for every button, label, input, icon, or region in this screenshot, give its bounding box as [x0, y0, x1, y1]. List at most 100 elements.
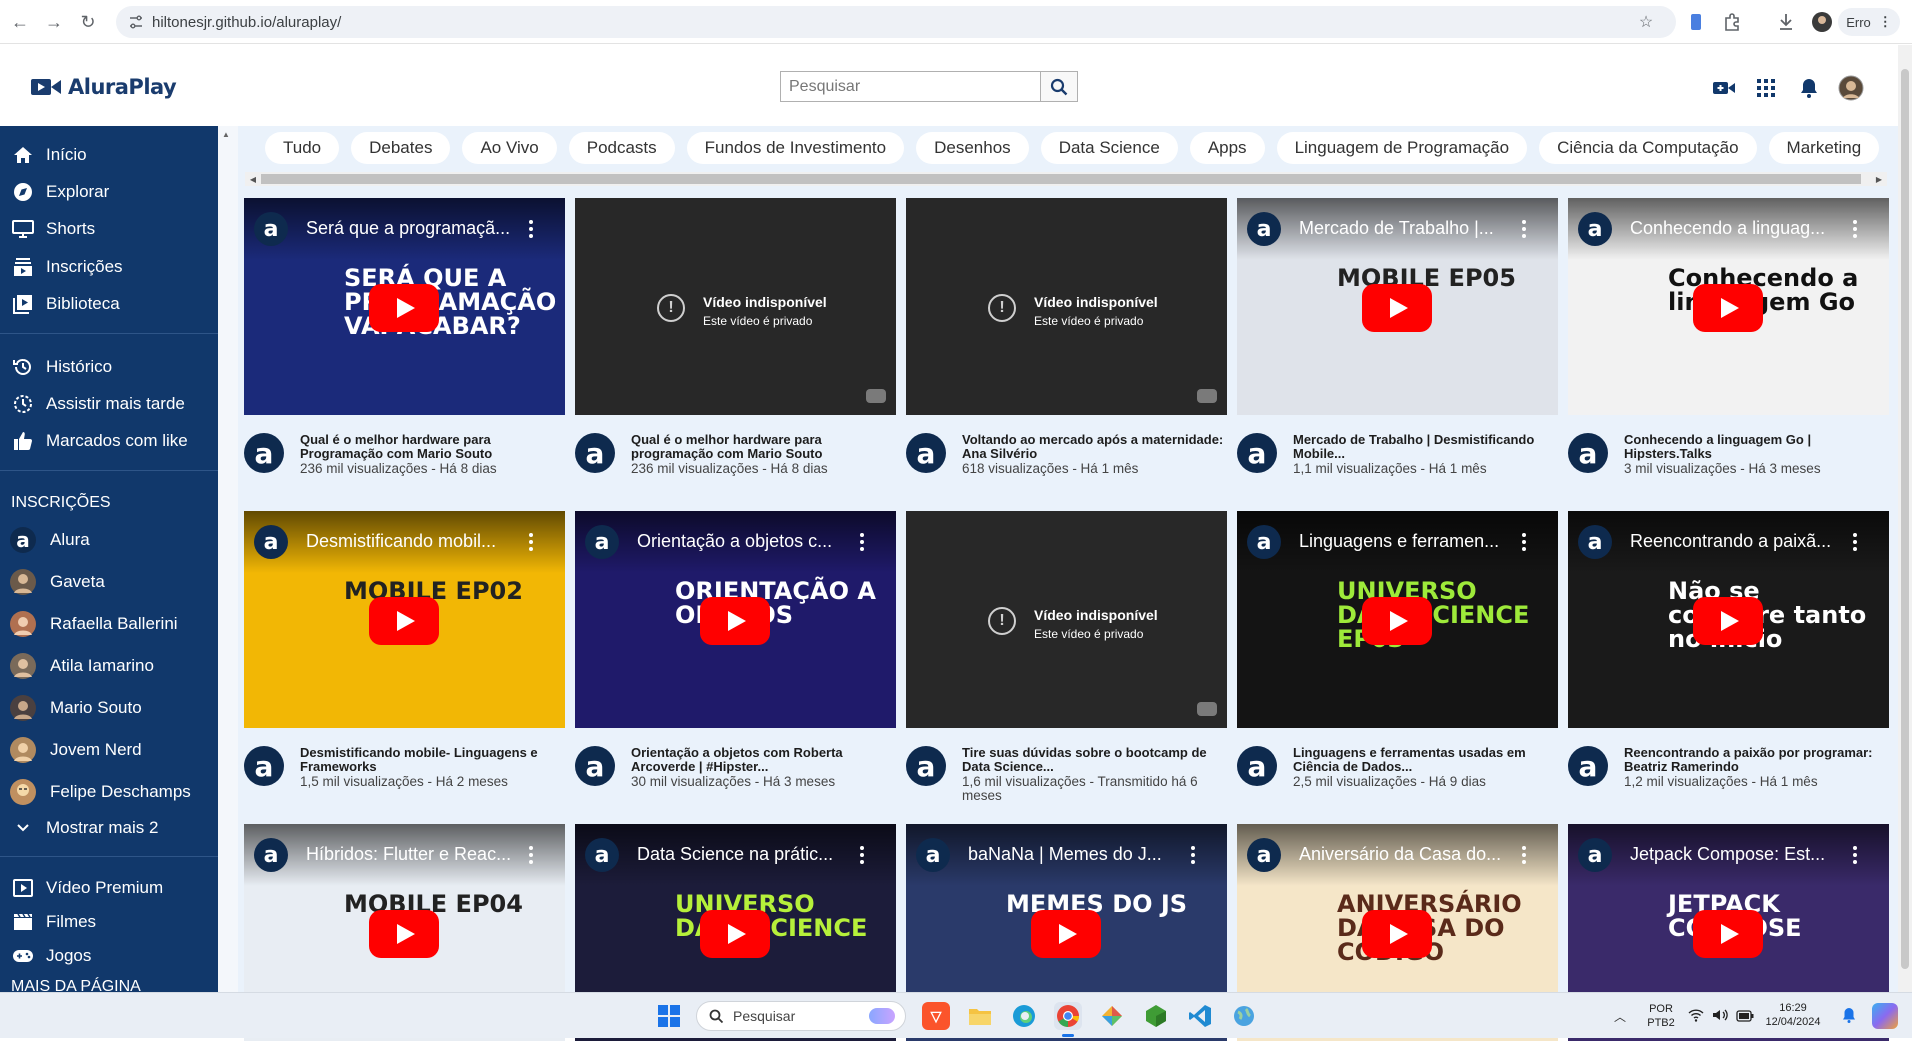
play-button-icon[interactable] [1693, 910, 1763, 958]
chip-desenhos[interactable]: Desenhos [916, 132, 1029, 164]
more-options-icon[interactable] [1522, 846, 1528, 864]
app-cube-icon[interactable] [1142, 1002, 1170, 1030]
video-title[interactable]: Conhecendo a linguagem Go | Hipsters.Tal… [1624, 433, 1886, 461]
app-globe-icon[interactable] [1230, 1002, 1258, 1030]
video-card[interactable]: Conhecendo a linguagem GoaConhecendo a l… [1568, 198, 1889, 495]
more-options-icon[interactable] [1853, 533, 1859, 551]
channel-avatar[interactable]: a [575, 433, 615, 473]
chip-podcasts[interactable]: Podcasts [568, 132, 675, 164]
sidebar-subscription-alura[interactable]: a Alura [0, 522, 218, 558]
chip-apps[interactable]: Apps [1189, 132, 1265, 164]
video-card[interactable]: MOBILE EP05 a Mercado de Trabalho |... a Mer… [1237, 198, 1558, 495]
clock[interactable]: 16:29 12/04/2024 [1762, 1001, 1824, 1029]
sidebar-subscription-gaveta[interactable]: Gaveta [0, 564, 218, 600]
sidebar-item-historico[interactable]: Histórico [0, 350, 218, 384]
sidebar-item-explorar[interactable]: Explorar [0, 175, 218, 209]
video-title[interactable]: Linguagens e ferramentas usadas em Ciênc… [1293, 746, 1555, 774]
channel-avatar[interactable]: a [244, 746, 284, 786]
sidebar-item-jogos[interactable]: Jogos [0, 939, 218, 973]
play-button-icon[interactable] [1362, 910, 1432, 958]
video-thumbnail[interactable]: Conhecendo a linguagem GoaConhecendo a l… [1568, 198, 1889, 415]
scrollbar-thumb[interactable] [261, 174, 1861, 184]
more-options-icon[interactable] [1853, 846, 1859, 864]
video-thumbnail[interactable]: ! Vídeo indisponível Este vídeo é privado [906, 511, 1227, 728]
sidebar-item-filmes[interactable]: Filmes [0, 905, 218, 939]
more-options-icon[interactable] [529, 533, 535, 551]
channel-avatar[interactable]: a [1237, 746, 1277, 786]
video-title[interactable]: Orientação a objetos com Roberta Arcover… [631, 746, 893, 774]
video-title[interactable]: Voltando ao mercado após a maternidade: … [962, 433, 1224, 461]
video-thumbnail[interactable]: UNIVERSO DATA SCIENCE EP03aLinguagens e … [1237, 511, 1558, 728]
site-info-icon[interactable] [128, 14, 144, 30]
more-options-icon[interactable] [860, 533, 866, 551]
search-button[interactable] [1040, 71, 1078, 102]
channel-avatar[interactable]: a [244, 433, 284, 473]
sidebar-subscription-jovem-nerd[interactable]: Jovem Nerd [0, 732, 218, 768]
chip-fundos-de-investimento[interactable]: Fundos de Investimento [686, 132, 905, 164]
profile-error-button[interactable]: Erro ⋮ [1838, 8, 1900, 36]
create-video-icon[interactable] [1711, 75, 1737, 101]
chip-ao-vivo[interactable]: Ao Vivo [462, 132, 557, 164]
channel-avatar[interactable]: a [1568, 746, 1608, 786]
video-card[interactable]: UNIVERSO DATA SCIENCE EP03aLinguagens e … [1237, 511, 1558, 808]
play-button-icon[interactable] [369, 910, 439, 958]
chevron-up-icon[interactable]: ︿ [1614, 1008, 1626, 1025]
video-title[interactable]: Tire suas dúvidas sobre o bootcamp de Da… [962, 746, 1224, 774]
play-button-icon[interactable] [1693, 597, 1763, 645]
app-diamond-icon[interactable] [1098, 1002, 1126, 1030]
video-thumbnail[interactable]: Não se compare tanto no inícioaReencontr… [1568, 511, 1889, 728]
sidebar-subscription-atila-iamarino[interactable]: Atila Iamarino [0, 648, 218, 684]
more-options-icon[interactable] [529, 220, 535, 238]
vscode-icon[interactable] [1186, 1002, 1214, 1030]
play-button-icon[interactable] [369, 597, 439, 645]
notifications-bell-icon[interactable] [1796, 75, 1822, 101]
apps-grid-icon[interactable] [1753, 75, 1779, 101]
bookmark-star-icon[interactable]: ☆ [1632, 8, 1660, 36]
video-thumbnail[interactable]: MOBILE EP05 a Mercado de Trabalho |... [1237, 198, 1558, 415]
page-vertical-scrollbar[interactable] [1898, 45, 1912, 992]
play-button-icon[interactable] [700, 910, 770, 958]
channel-avatar[interactable]: a [1568, 433, 1608, 473]
play-button-icon[interactable] [1031, 910, 1101, 958]
sidebar-subscription-felipe-deschamps[interactable]: Felipe Deschamps [0, 774, 218, 810]
scroll-right-arrow[interactable]: ▶ [1872, 174, 1886, 184]
video-title[interactable]: Desmistificando mobile- Linguagens e Fra… [300, 746, 562, 774]
video-card[interactable]: Não se compare tanto no inícioaReencontr… [1568, 511, 1889, 808]
play-button-icon[interactable] [369, 284, 439, 332]
reload-icon[interactable]: ↻ [74, 8, 102, 36]
chrome-browser-icon[interactable] [1054, 1002, 1082, 1030]
sidebar-subscription-rafaella-ballerini[interactable]: Rafaella Ballerini [0, 606, 218, 642]
download-icon[interactable] [1772, 8, 1800, 36]
video-thumbnail[interactable]: SERÁ QUE A PROGRAMAÇÃO VAI ACABAR? a Será … [244, 198, 565, 415]
forward-icon[interactable]: → [40, 8, 68, 36]
video-thumbnail[interactable]: ORIENTAÇÃO A OBJETOSaOrientação a objeto… [575, 511, 896, 728]
chip-tudo[interactable]: Tudo [265, 132, 340, 164]
play-button-icon[interactable] [1693, 284, 1763, 332]
channel-avatar[interactable]: a [906, 433, 946, 473]
chip-debates[interactable]: Debates [351, 132, 451, 164]
scrollbar-thumb[interactable] [1901, 69, 1909, 969]
back-icon[interactable]: ← [6, 8, 34, 36]
video-card[interactable]: ORIENTAÇÃO A OBJETOSaOrientação a objeto… [575, 511, 896, 808]
sidebar-subscription-mario-souto[interactable]: Mario Souto [0, 690, 218, 726]
video-thumbnail[interactable]: ! Vídeo indisponível Este vídeo é privado [575, 198, 896, 415]
video-card[interactable]: SERÁ QUE A PROGRAMAÇÃO VAI ACABAR? a Será … [244, 198, 565, 495]
taskbar-search[interactable]: Pesquisar [696, 1001, 906, 1031]
file-explorer-icon[interactable] [966, 1002, 994, 1030]
channel-avatar[interactable]: a [575, 746, 615, 786]
extension-icon[interactable] [1682, 8, 1710, 36]
sidebar-item-video-premium[interactable]: Vídeo Premium [0, 871, 218, 905]
video-card[interactable]: MOBILE EP02 a Desmistificando mobil... a Des… [244, 511, 565, 808]
video-thumbnail[interactable]: ! Vídeo indisponível Este vídeo é privado [906, 198, 1227, 415]
play-button-icon[interactable] [700, 597, 770, 645]
play-button-icon[interactable] [1362, 284, 1432, 332]
chip-linguagem-de-programacao[interactable]: Linguagem de Programação [1276, 132, 1528, 164]
logo[interactable]: AluraPlay [30, 75, 177, 99]
sidebar-item-inicio[interactable]: Início [0, 138, 218, 172]
more-options-icon[interactable] [529, 846, 535, 864]
wifi-icon[interactable] [1688, 1008, 1704, 1027]
copilot-icon[interactable] [1872, 1003, 1898, 1029]
video-card[interactable]: ! Vídeo indisponível Este vídeo é privado a… [906, 198, 1227, 495]
chip-ciencia-da-computacao[interactable]: Ciência da Computação [1539, 132, 1757, 164]
video-title[interactable]: Qual é o melhor hardware para programaçã… [631, 433, 893, 461]
